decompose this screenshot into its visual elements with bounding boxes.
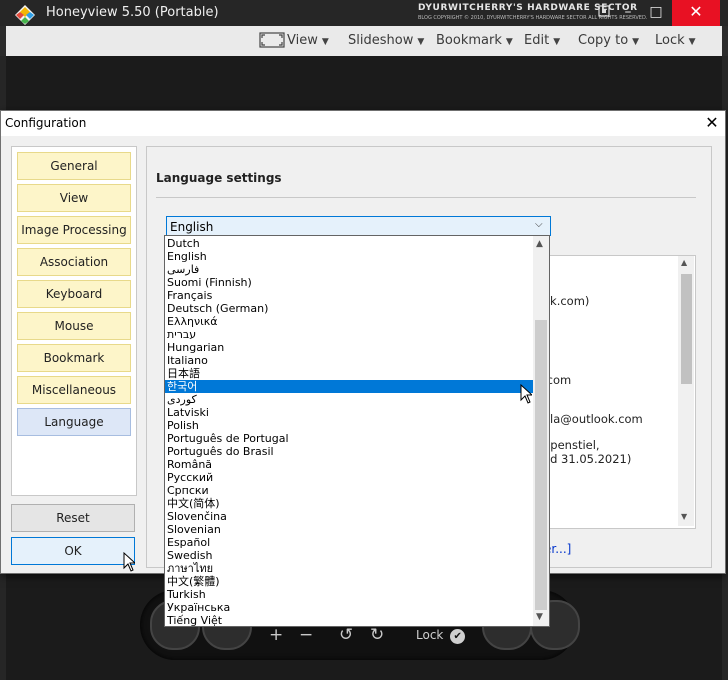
language-option[interactable]: Português de Portugal [165,432,536,445]
language-option[interactable]: Українська [165,601,536,614]
language-option[interactable]: Swedish [165,549,536,562]
settings-nav: General View Image Processing Associatio… [11,146,137,496]
language-option[interactable]: Latviski [165,406,536,419]
language-option[interactable]: 日本語 [165,367,536,380]
section-title: Language settings [156,171,282,185]
rotate-right-icon[interactable]: ↻ [370,625,384,645]
nav-view[interactable]: View [17,184,131,212]
dialog-close-button[interactable]: ✕ [701,112,723,134]
language-option[interactable]: Polish [165,419,536,432]
scroll-down-icon[interactable]: ▼ [681,512,687,521]
language-option[interactable]: فارسی [165,263,536,276]
language-option[interactable]: Turkish [165,588,536,601]
chevron-down-icon: ▼ [632,37,640,47]
fullscreen-icon[interactable] [258,31,286,49]
window-title: Honeyview 5.50 (Portable) [46,5,219,20]
language-option[interactable]: Português do Brasil [165,445,536,458]
language-option[interactable]: 中文(繁體) [165,575,536,588]
close-button[interactable]: ✕ [672,0,720,26]
language-option[interactable]: עברית [165,328,536,341]
blog-banner-copyright: BLOG COPYRIGHT © 2010, DYURWITCHERRY'S H… [418,15,648,21]
language-option[interactable]: كوردی [165,393,536,406]
language-option[interactable]: Slovenčina [165,510,536,523]
chevron-down-icon: ⌵ [535,219,543,230]
mouse-cursor-icon [520,384,532,404]
mouse-cursor-icon [123,552,135,572]
menu-bookmark[interactable]: Bookmark ▼ [436,33,513,48]
scroll-up-icon[interactable]: ▲ [536,239,543,249]
chevron-down-icon: ▼ [688,37,696,47]
minus-icon[interactable]: − [299,625,313,645]
maximize-button[interactable]: □ [644,0,668,24]
language-select-value: English [170,220,214,234]
divider [156,197,696,198]
language-select[interactable]: English ⌵ [166,216,551,236]
check-icon: ✔ [450,629,466,644]
reset-button[interactable]: Reset [11,504,135,532]
language-option[interactable]: Español [165,536,536,549]
language-dropdown-list[interactable]: Dutch English فارسی Suomi (Finnish) Français… [164,235,550,627]
language-option[interactable]: Ελληνικά [165,315,536,328]
chevron-down-icon: ▼ [417,37,425,47]
language-option[interactable]: Deutsch (German) [165,302,536,315]
menu-lock[interactable]: Lock ▼ [655,33,696,48]
menu-slideshow[interactable]: Slideshow ▼ [348,33,424,48]
language-option[interactable]: Français [165,289,536,302]
language-option[interactable]: Tiếng Việt [165,614,536,626]
language-option[interactable]: 한국어 [165,380,536,393]
minimize-button[interactable]: – [616,0,640,24]
language-option[interactable]: Hungarian [165,341,536,354]
nav-bookmark[interactable]: Bookmark [17,344,131,372]
dropdown-scrollbar[interactable]: ▲ ▼ [533,236,549,626]
menu-view[interactable]: View ▼ [287,33,329,48]
translator-credits-box: ok.com) ) .com ola@outlook.com ppenstiel… [539,255,696,529]
dialog-title-bar: Configuration ✕ [1,111,725,136]
menu-edit[interactable]: Edit ▼ [524,33,560,48]
scroll-down-icon[interactable]: ▼ [536,612,543,622]
nav-mouse[interactable]: Mouse [17,312,131,340]
language-option[interactable]: Slovenian [165,523,536,536]
credits-line: ed 31.05.2021) [543,452,632,466]
nav-general[interactable]: General [17,152,131,180]
lock-label: Lock [416,628,444,642]
language-option[interactable]: Српски [165,484,536,497]
language-option[interactable]: ภาษาไทย [165,562,536,575]
language-option[interactable]: Русский [165,471,536,484]
scroll-up-icon[interactable]: ▲ [681,258,687,267]
pin-icon[interactable] [598,5,610,17]
dialog-title: Configuration [5,116,87,130]
nav-association[interactable]: Association [17,248,131,276]
scroll-thumb[interactable] [535,320,547,610]
credits-line: ppenstiel, [543,438,600,452]
nav-keyboard[interactable]: Keyboard [17,280,131,308]
chevron-down-icon: ▼ [553,37,561,47]
lock-toggle[interactable]: Lock ✔ [416,628,466,644]
language-option[interactable]: Română [165,458,536,471]
chevron-down-icon: ▼ [505,37,513,47]
plus-icon[interactable]: + [269,625,283,645]
language-option[interactable]: Italiano [165,354,536,367]
language-option[interactable]: English [165,250,536,263]
credits-scrollbar[interactable]: ▲ ▼ [678,256,694,526]
nav-language[interactable]: Language [17,408,131,436]
honeyview-logo-icon [15,5,35,25]
nav-image-processing[interactable]: Image Processing [17,216,131,244]
nav-miscellaneous[interactable]: Miscellaneous [17,376,131,404]
scroll-thumb[interactable] [681,274,692,384]
menu-bar: View ▼ Slideshow ▼ Bookmark ▼ Edit ▼ Copy to… [6,26,722,57]
language-option[interactable]: Suomi (Finnish) [165,276,536,289]
title-bar: Honeyview 5.50 (Portable) DYURWITCHERRY'… [0,0,728,26]
ok-button[interactable]: OK [11,537,135,565]
chevron-down-icon: ▼ [321,37,329,47]
menu-copy-to[interactable]: Copy to ▼ [578,33,639,48]
rotate-left-icon[interactable]: ↺ [339,625,353,645]
language-option[interactable]: Dutch [165,237,536,250]
credits-line: ola@outlook.com [543,412,643,426]
language-option[interactable]: 中文(简体) [165,497,536,510]
